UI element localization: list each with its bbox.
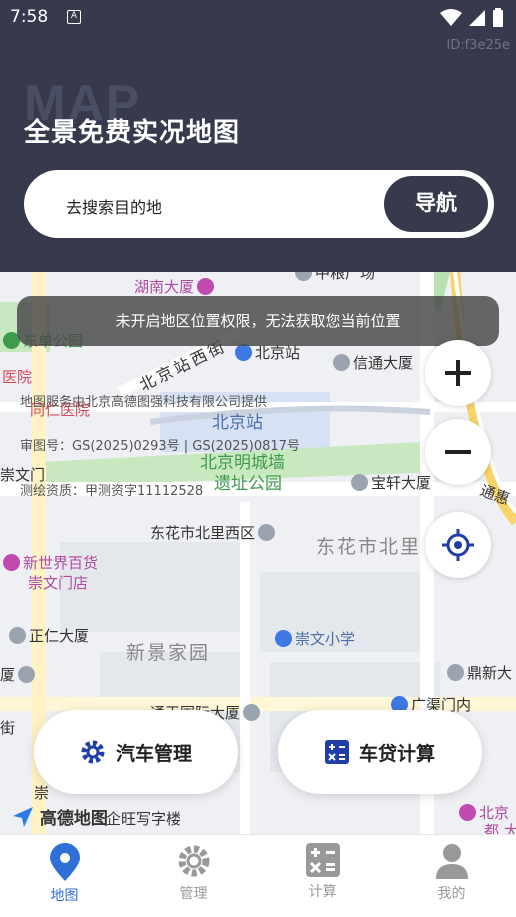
amap-arrow-icon (13, 807, 33, 827)
map-label: 企旺写字楼 (106, 810, 182, 828)
status-time: 7:58 (10, 7, 49, 27)
location-permission-toast: 未开启地区位置权限，无法获取您当前位置 (17, 296, 499, 346)
map-label: 街 (0, 719, 16, 737)
map-label: 崇文小学 (272, 628, 355, 649)
search-box[interactable]: 去搜索目的地 导航 (24, 170, 494, 238)
tab-profile[interactable]: 我的 (387, 835, 516, 917)
zoom-out-button[interactable] (425, 419, 491, 485)
map-label: 遗址公园 (214, 474, 282, 494)
map-label: 鼎新大 (444, 662, 512, 683)
device-id: ID:f3e25e (446, 38, 510, 53)
tab-calculator[interactable]: 计算 (258, 835, 387, 917)
navigate-button[interactable]: 导航 (384, 176, 488, 232)
map-survey-license: 测绘资质：甲测资字11112528 (20, 484, 204, 499)
map-label: 宝轩大厦 (348, 472, 431, 493)
tab-label: 管理 (179, 886, 208, 902)
signal-icon (469, 10, 485, 26)
map-label: 信通大厦 (330, 352, 413, 373)
map-label: 湖南大厦 (134, 276, 217, 297)
map-label: 新景家园 (126, 642, 211, 664)
zoom-in-button[interactable] (425, 340, 491, 406)
status-bar: 7:58 A (0, 0, 516, 36)
status-icons (440, 8, 504, 28)
gear-icon (81, 740, 105, 764)
map-pin-icon (49, 843, 80, 881)
person-icon (435, 844, 468, 879)
loan-calculator-button[interactable]: 车贷计算 (278, 710, 482, 794)
calculator-icon (324, 740, 349, 764)
locate-button[interactable] (425, 512, 491, 578)
amap-logo: 高德地图 (12, 804, 108, 829)
tab-label: 计算 (308, 884, 337, 900)
map-label: 北京站 (212, 413, 263, 433)
map-label: 厦 (0, 664, 38, 685)
loan-calculator-label: 车贷计算 (358, 742, 435, 765)
map-label: 新世界百货 (0, 552, 98, 573)
car-management-label: 汽车管理 (115, 742, 192, 765)
map-label: 东花市北里 (316, 536, 422, 558)
map-copyright-provider: 地图服务由北京高德图强科技有限公司提供 (20, 395, 268, 410)
plus-icon (445, 360, 471, 386)
map-label: 中粮广场 (292, 272, 375, 283)
bottom-navigation: 地图 管理 计算 我的 (0, 834, 516, 917)
map-label: 东花市北里西区 (150, 522, 278, 543)
map-label: 崇 (34, 784, 50, 802)
map-label: 医院 (2, 368, 33, 386)
calculator-icon (305, 843, 340, 877)
battery-icon (493, 8, 503, 27)
tab-map[interactable]: 地图 (0, 835, 129, 917)
tab-management[interactable]: 管理 (129, 835, 258, 917)
map-view[interactable]: 湖南大厦 中粮广场 东单公园 医院 同仁医院 北京站西街 北京站 信通大厦 北京… (0, 272, 516, 834)
minus-icon (445, 450, 471, 454)
crosshair-icon (442, 529, 474, 561)
map-review-number: 审图号：GS(2025)0293号 | GS(2025)0817号 (20, 439, 300, 454)
map-label: 都 大 (484, 822, 516, 834)
header: ID:f3e25e MAP 全景免费实况地图 去搜索目的地 导航 (0, 36, 516, 272)
wifi-icon (440, 9, 462, 26)
tab-label: 地图 (50, 888, 79, 904)
map-label: 正仁大厦 (6, 625, 89, 646)
car-management-button[interactable]: 汽车管理 (34, 710, 238, 794)
tab-label: 我的 (437, 886, 466, 902)
page-title: 全景免费实况地图 (24, 118, 241, 148)
notification-icon: A (67, 10, 81, 24)
search-input[interactable]: 去搜索目的地 (66, 194, 162, 218)
map-label: 崇文门店 (28, 574, 89, 592)
gear-icon (178, 845, 209, 877)
